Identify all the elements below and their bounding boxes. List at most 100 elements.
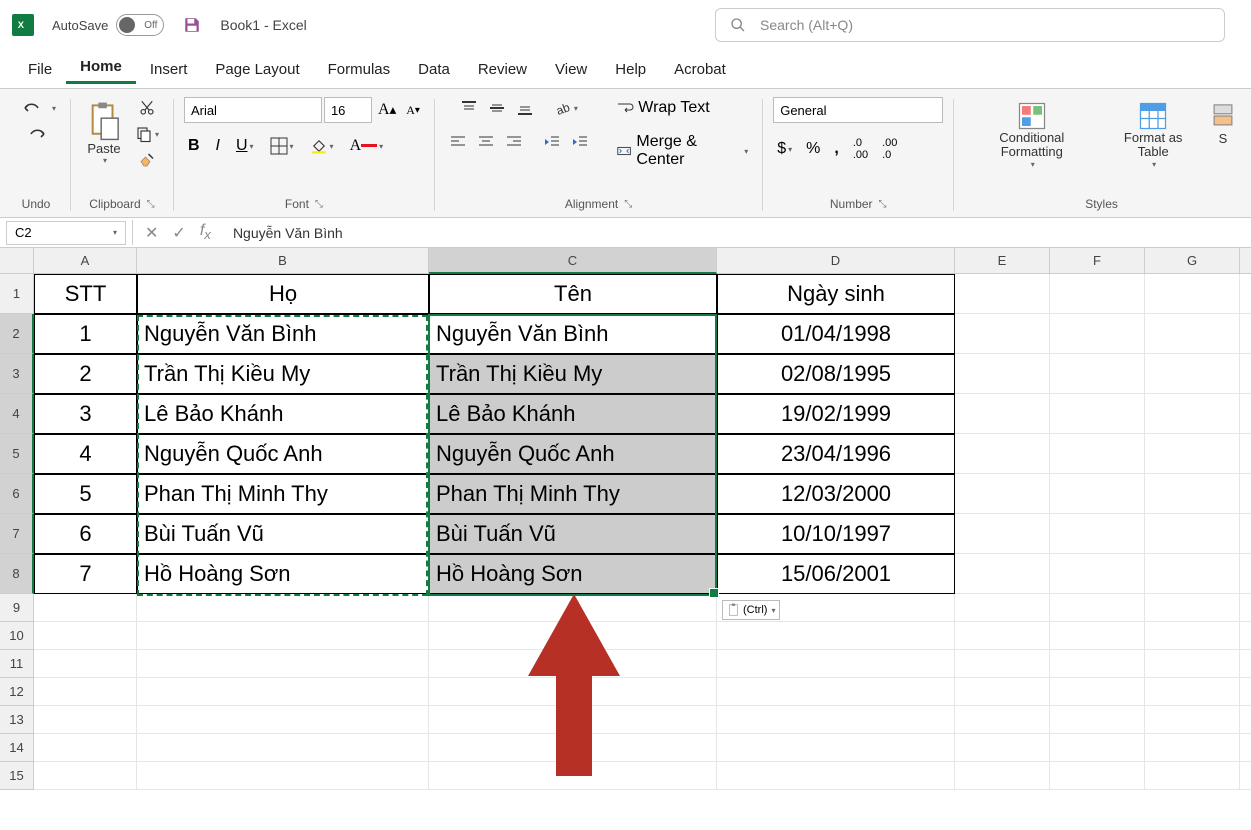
column-header-A[interactable]: A: [34, 248, 137, 274]
format-as-table-button[interactable]: Format as Table▾: [1103, 97, 1203, 173]
font-name-select[interactable]: [184, 97, 322, 123]
percent-button[interactable]: %: [802, 138, 824, 160]
cell-D11[interactable]: [717, 650, 955, 678]
cell-B7[interactable]: Bùi Tuấn Vũ: [137, 514, 429, 554]
cell-B1[interactable]: Họ: [137, 274, 429, 314]
cell-blank-9[interactable]: [1240, 594, 1251, 622]
cell-B15[interactable]: [137, 762, 429, 790]
increase-indent-button[interactable]: [567, 131, 593, 153]
font-size-select[interactable]: [324, 97, 372, 123]
tab-review[interactable]: Review: [464, 55, 541, 84]
tab-data[interactable]: Data: [404, 55, 464, 84]
decrease-indent-button[interactable]: [539, 131, 565, 153]
cell-G3[interactable]: [1145, 354, 1240, 394]
align-top-button[interactable]: [456, 97, 482, 119]
cell-F2[interactable]: [1050, 314, 1145, 354]
cell-blank-11[interactable]: [1240, 650, 1251, 678]
cell-C15[interactable]: [429, 762, 717, 790]
cell-blank-3[interactable]: [1240, 354, 1251, 394]
row-header-13[interactable]: 13: [0, 706, 34, 734]
cell-blank-5[interactable]: [1240, 434, 1251, 474]
cell-C10[interactable]: [429, 622, 717, 650]
cell-E11[interactable]: [955, 650, 1050, 678]
cell-E7[interactable]: [955, 514, 1050, 554]
cell-E3[interactable]: [955, 354, 1050, 394]
cell-E13[interactable]: [955, 706, 1050, 734]
decrease-decimal-button[interactable]: .00.0: [878, 135, 901, 163]
cell-E12[interactable]: [955, 678, 1050, 706]
cell-F14[interactable]: [1050, 734, 1145, 762]
align-center-button[interactable]: [473, 131, 499, 153]
cell-C1[interactable]: Tên: [429, 274, 717, 314]
enter-formula-button[interactable]: ✓: [168, 221, 189, 245]
cell-B2[interactable]: Nguyễn Văn Bình: [137, 314, 429, 354]
cell-A10[interactable]: [34, 622, 137, 650]
undo-button[interactable]: ▾: [12, 97, 60, 119]
cell-A3[interactable]: 2: [34, 354, 137, 394]
cell-B12[interactable]: [137, 678, 429, 706]
column-header-G[interactable]: G: [1145, 248, 1240, 274]
cell-D6[interactable]: 12/03/2000: [717, 474, 955, 514]
tab-home[interactable]: Home: [66, 52, 136, 84]
cell-blank-12[interactable]: [1240, 678, 1251, 706]
increase-font-button[interactable]: A▴: [374, 99, 400, 121]
column-header-B[interactable]: B: [137, 248, 429, 274]
cell-B11[interactable]: [137, 650, 429, 678]
cell-blank-14[interactable]: [1240, 734, 1251, 762]
cell-C12[interactable]: [429, 678, 717, 706]
tab-view[interactable]: View: [541, 55, 601, 84]
cell-B14[interactable]: [137, 734, 429, 762]
column-header-F[interactable]: F: [1050, 248, 1145, 274]
cell-B13[interactable]: [137, 706, 429, 734]
increase-decimal-button[interactable]: .0.00: [849, 135, 872, 163]
cell-F3[interactable]: [1050, 354, 1145, 394]
cell-blank-15[interactable]: [1240, 762, 1251, 790]
cell-A9[interactable]: [34, 594, 137, 622]
row-header-2[interactable]: 2: [0, 314, 34, 354]
cell-D15[interactable]: [717, 762, 955, 790]
cell-E1[interactable]: [955, 274, 1050, 314]
cell-F1[interactable]: [1050, 274, 1145, 314]
cell-D4[interactable]: 19/02/1999: [717, 394, 955, 434]
column-header-D[interactable]: D: [717, 248, 955, 274]
cell-D13[interactable]: [717, 706, 955, 734]
cell-B10[interactable]: [137, 622, 429, 650]
name-box[interactable]: C2 ▾: [6, 221, 126, 245]
autosave-toggle[interactable]: AutoSave Off: [52, 14, 164, 36]
cell-B6[interactable]: Phan Thị Minh Thy: [137, 474, 429, 514]
row-header-4[interactable]: 4: [0, 394, 34, 434]
cell-G1[interactable]: [1145, 274, 1240, 314]
cell-A8[interactable]: 7: [34, 554, 137, 594]
cell-A14[interactable]: [34, 734, 137, 762]
cell-C14[interactable]: [429, 734, 717, 762]
cell-G10[interactable]: [1145, 622, 1240, 650]
cell-B8[interactable]: Hồ Hoàng Sơn: [137, 554, 429, 594]
cell-D10[interactable]: [717, 622, 955, 650]
tab-file[interactable]: File: [14, 55, 66, 84]
worksheet-grid[interactable]: ABCDEFG1STTHọTênNgày sinh21Nguyễn Văn Bì…: [0, 248, 1251, 790]
align-middle-button[interactable]: [484, 97, 510, 119]
decrease-font-button[interactable]: A▾: [402, 101, 424, 120]
cell-F13[interactable]: [1050, 706, 1145, 734]
copy-button[interactable]: ▾: [131, 123, 163, 145]
cell-blank-6[interactable]: [1240, 474, 1251, 514]
cell-C3[interactable]: Trần Thị Kiều My: [429, 354, 717, 394]
cell-G2[interactable]: [1145, 314, 1240, 354]
font-launcher[interactable]: ⤡: [315, 199, 323, 210]
cell-G13[interactable]: [1145, 706, 1240, 734]
cell-A5[interactable]: 4: [34, 434, 137, 474]
cell-F15[interactable]: [1050, 762, 1145, 790]
cell-C11[interactable]: [429, 650, 717, 678]
cell-blank-10[interactable]: [1240, 622, 1251, 650]
cell-F6[interactable]: [1050, 474, 1145, 514]
align-right-button[interactable]: [501, 131, 527, 153]
formula-input[interactable]: Nguyễn Văn Bình: [223, 225, 1251, 241]
cell-D12[interactable]: [717, 678, 955, 706]
font-color-button[interactable]: A▾: [346, 135, 388, 157]
tab-acrobat[interactable]: Acrobat: [660, 55, 740, 84]
cell-blank-7[interactable]: [1240, 514, 1251, 554]
cell-F10[interactable]: [1050, 622, 1145, 650]
cell-blank-1[interactable]: [1240, 274, 1251, 314]
cell-E8[interactable]: [955, 554, 1050, 594]
cell-G8[interactable]: [1145, 554, 1240, 594]
